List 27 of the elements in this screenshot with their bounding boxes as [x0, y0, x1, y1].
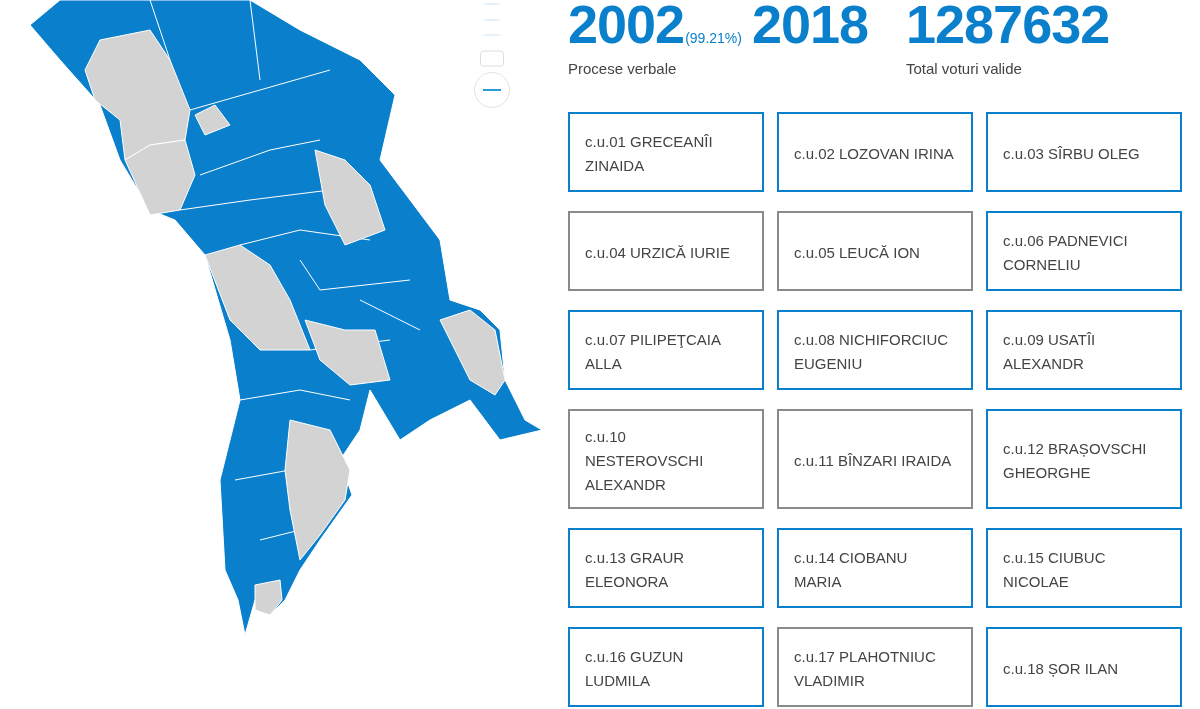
minus-icon — [483, 89, 501, 91]
candidate-card[interactable]: c.u.11 BÎNZARI IRAIDA — [777, 409, 973, 509]
counted-percent: (99.21%) — [685, 30, 742, 46]
stat-label: Procese verbale — [568, 60, 678, 77]
candidate-card[interactable]: c.u.03 SÎRBU OLEG — [986, 112, 1182, 192]
total-reports: 2018 — [751, 0, 869, 54]
stat-label: Total voturi valide — [906, 60, 1023, 77]
candidate-card[interactable]: c.u.06 PADNEVICI CORNELIU — [986, 211, 1182, 291]
candidate-card[interactable]: c.u.14 CIOBANU MARIA — [777, 528, 973, 608]
candidate-card[interactable]: c.u.04 URZICĂ IURIE — [568, 211, 764, 291]
zoom-out-button[interactable] — [474, 72, 510, 108]
candidate-card[interactable]: c.u.17 PLAHOTNIUC VLADIMIR — [777, 627, 973, 707]
counted-reports: 2002 — [568, 0, 685, 54]
candidate-card[interactable]: c.u.12 BRAȘOVSCHI GHEORGHE — [986, 409, 1182, 509]
candidate-card[interactable]: c.u.02 LOZOVAN IRINA — [777, 112, 973, 192]
candidate-card[interactable]: c.u.15 CIUBUC NICOLAE — [986, 528, 1182, 608]
candidate-card[interactable]: c.u.08 NICHIFORCIUC EUGENIU — [777, 310, 973, 390]
candidate-card[interactable]: c.u.09 USATÎI ALEXANDR — [986, 310, 1182, 390]
candidate-card[interactable]: c.u.01 GRECEANÎI ZINAIDA — [568, 112, 764, 192]
candidate-card[interactable]: c.u.05 LEUCĂ ION — [777, 211, 973, 291]
candidate-card[interactable]: c.u.13 GRAUR ELEONORA — [568, 528, 764, 608]
candidate-card[interactable]: c.u.07 PILIPEŢCAIA ALLA — [568, 310, 764, 390]
zoom-slider-icon[interactable] — [480, 0, 504, 68]
candidate-card[interactable]: c.u.10 NESTEROVSCHI ALEXANDR — [568, 409, 764, 509]
valid-votes-total: 1287632 — [906, 0, 1110, 54]
candidate-card[interactable]: c.u.16 GUZUN LUDMILA — [568, 627, 764, 707]
candidate-card[interactable]: c.u.18 ȘOR ILAN — [986, 627, 1182, 707]
